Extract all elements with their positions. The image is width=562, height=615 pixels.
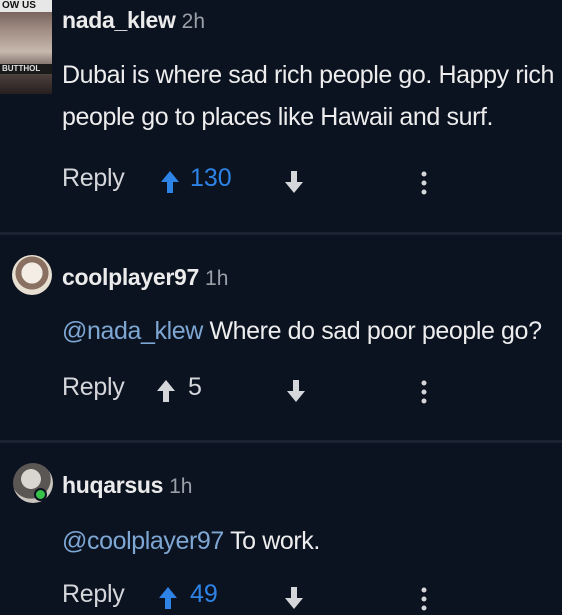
- downvote-arrow-icon[interactable]: [284, 586, 304, 610]
- more-options-icon[interactable]: [420, 170, 428, 196]
- username[interactable]: nada_klew: [62, 7, 176, 33]
- timestamp: 2h: [181, 10, 205, 33]
- comment-body: Dubai is where sad rich people go. Happy…: [62, 54, 562, 138]
- more-options-icon[interactable]: [420, 586, 428, 612]
- comment-text: To work.: [230, 527, 320, 555]
- reply-button[interactable]: Reply: [62, 164, 125, 193]
- comment-body: @coolplayer97 To work.: [62, 520, 562, 562]
- vote-count: 130: [190, 164, 232, 192]
- downvote-arrow-icon[interactable]: [284, 170, 304, 194]
- vote-count: 5: [188, 373, 202, 401]
- avatar[interactable]: OW US BUTTHOL: [0, 0, 52, 94]
- comment-thread: OW US BUTTHOL nada_klew 2h Dubai is where…: [0, 0, 562, 615]
- comment-actions: Reply 130: [62, 164, 562, 200]
- online-status-indicator: [34, 488, 47, 501]
- comment-text: Where do sad poor people go?: [209, 317, 542, 345]
- comment-meta: huqarsus 1h: [62, 472, 192, 499]
- comment: OW US BUTTHOL nada_klew 2h Dubai is where…: [0, 0, 562, 232]
- avatar-text-top: OW US: [0, 0, 52, 12]
- comment: huqarsus 1h @coolplayer97 To work. Reply …: [0, 444, 562, 615]
- upvote-arrow-icon[interactable]: [156, 379, 176, 403]
- comment: coolplayer97 1h @nada_klew Where do sad p…: [0, 236, 562, 440]
- timestamp: 1h: [169, 475, 193, 498]
- comment-meta: nada_klew 2h: [62, 7, 205, 34]
- reply-button[interactable]: Reply: [62, 373, 125, 402]
- comment-actions: Reply 49: [62, 580, 562, 615]
- reply-button[interactable]: Reply: [62, 580, 125, 609]
- username[interactable]: huqarsus: [62, 472, 163, 498]
- upvote-arrow-icon[interactable]: [158, 586, 178, 610]
- timestamp: 1h: [205, 267, 229, 290]
- avatar-image: [0, 0, 52, 94]
- comment-body: @nada_klew Where do sad poor people go?: [62, 310, 562, 352]
- comment-meta: coolplayer97 1h: [62, 264, 228, 291]
- comment-text: Dubai is where sad rich people go. Happy…: [62, 61, 554, 131]
- divider: [0, 440, 562, 443]
- username[interactable]: coolplayer97: [62, 264, 199, 290]
- avatar[interactable]: [12, 255, 52, 295]
- user-mention[interactable]: @nada_klew: [62, 317, 203, 345]
- downvote-arrow-icon[interactable]: [286, 379, 306, 403]
- upvote-arrow-icon[interactable]: [160, 170, 180, 194]
- divider: [0, 232, 562, 235]
- user-mention[interactable]: @coolplayer97: [62, 527, 224, 555]
- comment-actions: Reply 5: [62, 373, 562, 409]
- avatar-text-mid: BUTTHOL: [0, 64, 52, 74]
- more-options-icon[interactable]: [420, 379, 428, 405]
- avatar[interactable]: [13, 463, 53, 503]
- vote-count: 49: [190, 580, 218, 608]
